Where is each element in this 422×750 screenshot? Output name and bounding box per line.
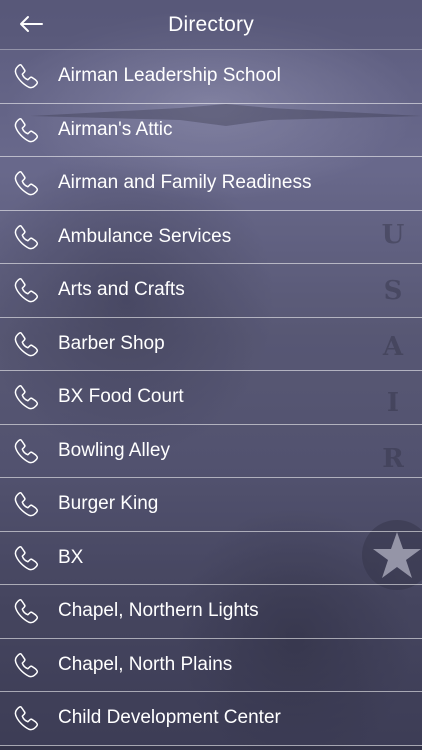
list-item[interactable]: Child Development Center: [0, 692, 422, 746]
phone-icon: [14, 492, 39, 517]
list-item-label: Airman and Family Readiness: [58, 172, 312, 194]
phone-icon: [14, 652, 39, 678]
nav-header: Directory: [0, 0, 422, 50]
list-item-label: Barber Shop: [58, 332, 165, 354]
back-button[interactable]: [14, 8, 48, 40]
back-arrow-icon: [20, 16, 43, 32]
list-item[interactable]: Ambulance Services: [0, 210, 422, 264]
list-item-label: Arts and Crafts: [58, 279, 185, 301]
page-title: Directory: [168, 12, 254, 36]
list-item[interactable]: Airman's Attic: [0, 103, 422, 157]
list-item-label: Chapel, Northern Lights: [58, 600, 259, 622]
list-item-label: BX Food Court: [58, 386, 184, 408]
phone-icon: [14, 599, 39, 624]
list-item-label: Airman Leadership School: [58, 65, 281, 87]
list-item[interactable]: Arts and Crafts: [0, 264, 422, 318]
list-item[interactable]: BX: [0, 531, 422, 585]
phone-icon: [14, 224, 39, 250]
list-item-label: Ambulance Services: [58, 225, 232, 247]
list-item[interactable]: Airman and Family Readiness: [0, 157, 422, 211]
list-item-label: Bowling Alley: [58, 439, 170, 461]
list-item-label: Child Development Center: [58, 707, 281, 729]
list-item[interactable]: Bowling Alley: [0, 424, 422, 478]
list-item[interactable]: Barber Shop: [0, 317, 422, 371]
list-item[interactable]: Airman Leadership School: [0, 50, 422, 104]
phone-icon: [14, 278, 39, 303]
list-item-label: BX: [58, 546, 84, 568]
phone-icon: [14, 117, 39, 143]
phone-icon: [14, 385, 39, 410]
phone-icon: [14, 545, 39, 571]
list-item[interactable]: Chapel, North Plains: [0, 638, 422, 692]
directory-list: Airman Leadership School Airman's Attic Ai…: [0, 50, 422, 746]
phone-icon: [14, 171, 39, 196]
list-item[interactable]: Burger King: [0, 478, 422, 532]
phone-icon: [14, 706, 39, 731]
list-item-label: Burger King: [58, 493, 159, 515]
list-item-label: Airman's Attic: [58, 118, 173, 140]
list-item[interactable]: Chapel, Northern Lights: [0, 585, 422, 639]
phone-icon: [14, 64, 39, 89]
list-item-label: Chapel, North Plains: [58, 653, 233, 675]
phone-icon: [14, 438, 39, 464]
phone-icon: [14, 331, 39, 357]
list-item[interactable]: BX Food Court: [0, 371, 422, 425]
